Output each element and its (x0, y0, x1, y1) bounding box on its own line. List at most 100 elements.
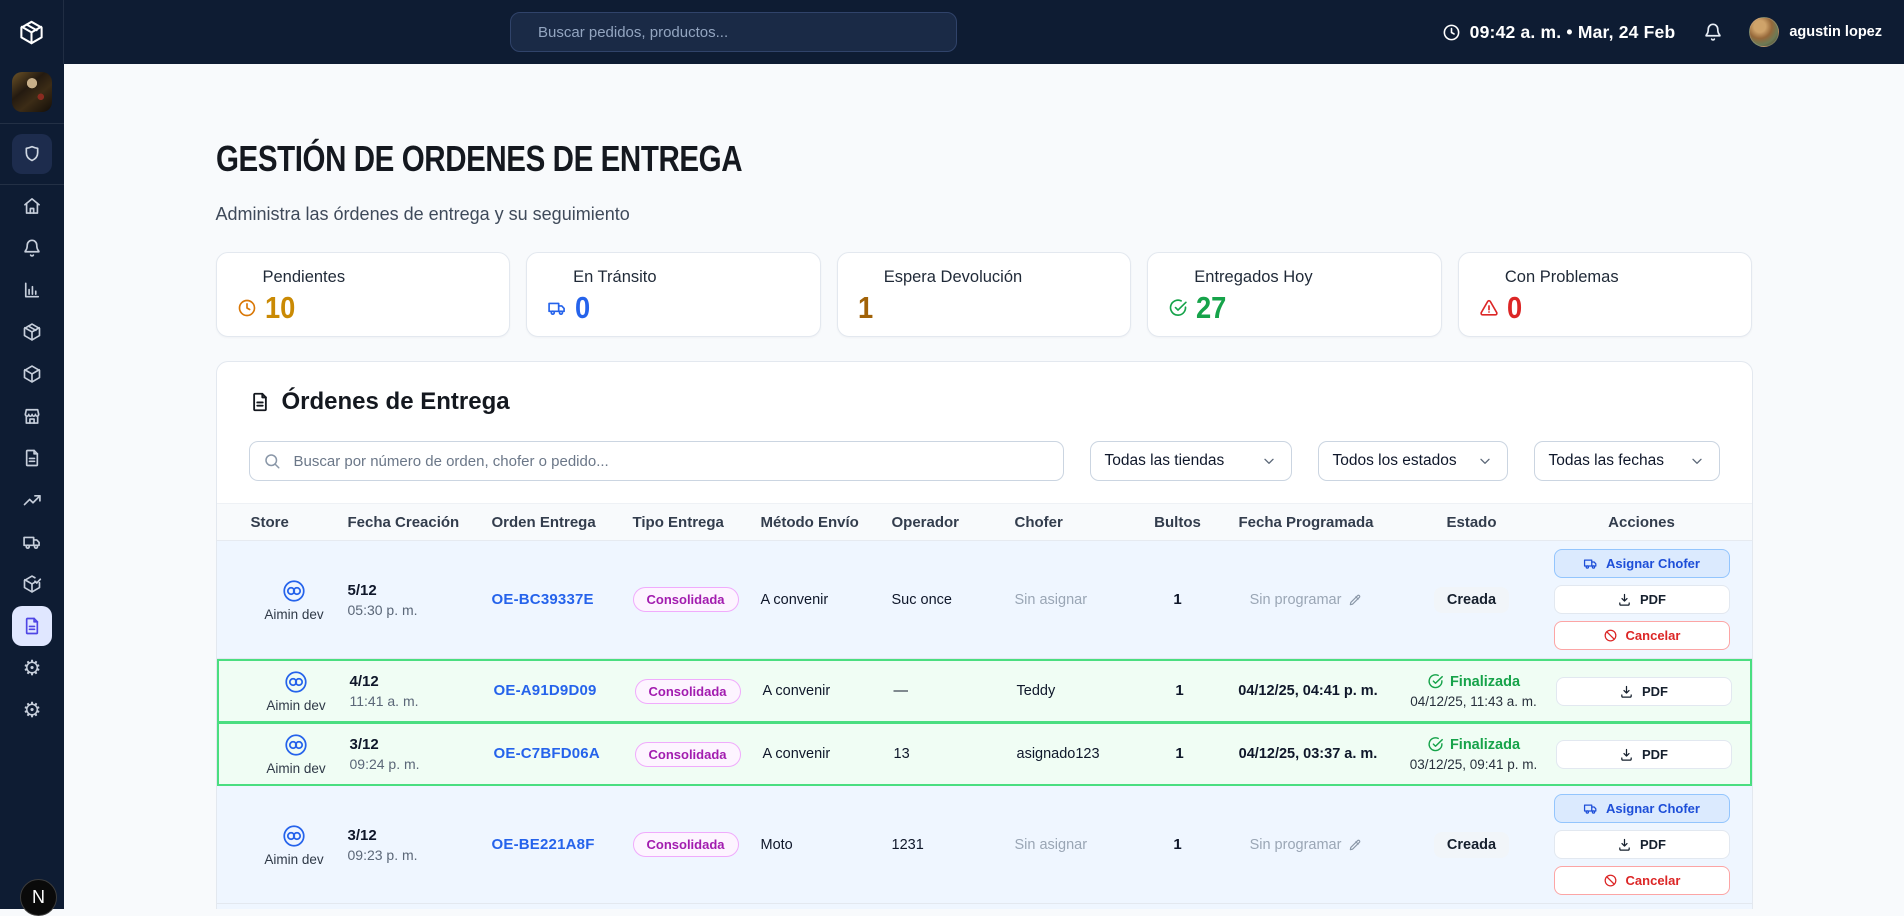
store-icon (22, 406, 42, 426)
sidebar-item-cube[interactable] (12, 356, 52, 392)
sidebar-item-trending-up[interactable] (12, 482, 52, 518)
sidebar-item-home[interactable] (12, 188, 52, 224)
interlocked-circles-icon (283, 732, 309, 758)
fecha-programada-value: Sin programar (1250, 592, 1342, 608)
cancel-button[interactable]: Cancelar (1554, 866, 1730, 895)
estado-finalizada: Finalizada (1399, 736, 1549, 753)
col-metodo-envio: Método Envío (761, 514, 892, 531)
orders-search-input[interactable] (292, 452, 1050, 471)
pdf-button[interactable]: PDF (1556, 677, 1732, 706)
page-subtitle: Administra las órdenes de entrega y su s… (216, 204, 1753, 225)
page-title: GESTIÓN DE ORDENES DE ENTREGA (216, 138, 1476, 180)
notifications-button[interactable] (1703, 22, 1723, 42)
estado-fecha: 04/12/25, 11:43 a. m. (1399, 694, 1549, 709)
fecha-creacion-dia: 5/12 (348, 582, 492, 599)
operador: 13 (894, 746, 910, 762)
pdf-button[interactable]: PDF (1554, 585, 1730, 614)
fecha-programada: 04/12/25, 03:37 a. m. (1239, 746, 1378, 762)
stats-row: Pendientes 10 En Tránsito 0 Espera Devol… (216, 252, 1753, 337)
stat-value: 27 (1196, 292, 1226, 323)
search-icon (263, 452, 281, 470)
stat-card-entregados-hoy: Entregados Hoy 27 (1147, 252, 1442, 337)
dev-tools-badge[interactable]: N (20, 879, 57, 916)
filter-estados[interactable]: Todos los estados (1318, 441, 1508, 481)
main-content: GESTIÓN DE ORDENES DE ENTREGA Administra… (64, 64, 1904, 909)
sidebar-item-bar-chart[interactable] (12, 272, 52, 308)
stat-label: Pendientes (237, 268, 490, 287)
sidebar-item-bell[interactable] (12, 230, 52, 266)
sidebar-item-truck[interactable] (12, 524, 52, 560)
download-icon (1619, 747, 1634, 762)
orders-search[interactable] (249, 441, 1064, 481)
stat-card-pendientes: Pendientes 10 (216, 252, 511, 337)
order-link[interactable]: OE-BC39337E (492, 591, 594, 608)
pdf-button-label: PDF (1642, 684, 1668, 699)
sidebar-item-shield[interactable] (12, 134, 52, 174)
global-search[interactable] (510, 12, 957, 52)
fecha-programada-value: 04/12/25, 04:41 p. m. (1238, 683, 1377, 699)
estado-finalizada: Finalizada (1399, 673, 1549, 690)
col-fecha-programada: Fecha Programada (1216, 514, 1397, 531)
package-check-icon (22, 574, 42, 594)
tipo-entrega-badge: Consolidada (633, 587, 739, 612)
truck-icon (22, 532, 42, 552)
pencil-icon[interactable] (1348, 838, 1362, 852)
stat-label: Entregados Hoy (1168, 268, 1421, 287)
global-search-input[interactable] (536, 23, 942, 42)
cancel-button[interactable]: Cancelar (1554, 621, 1730, 650)
workspace-avatar[interactable] (12, 72, 52, 112)
store-cell: Aimin dev (241, 823, 348, 867)
bar-chart-icon (22, 280, 42, 300)
pdf-button-label: PDF (1640, 592, 1666, 607)
sidebar-divider (0, 123, 64, 124)
tipo-entrega-badge: Consolidada (633, 832, 739, 857)
settings-icon: ⚙ (23, 658, 42, 679)
filter-estados-value: Todos los estados (1333, 452, 1457, 470)
fecha-creacion-dia: 4/12 (350, 673, 494, 690)
col-fecha-creacion: Fecha Creación (348, 514, 492, 531)
estado-fecha: 03/12/25, 09:41 p. m. (1399, 757, 1549, 772)
order-link[interactable]: OE-C7BFD06A (494, 745, 600, 762)
operador: — (894, 683, 909, 699)
stat-value: 1 (858, 292, 873, 323)
assign-button[interactable]: Asignar Chofer (1554, 794, 1730, 823)
bultos: 1 (1175, 745, 1183, 762)
tipo-entrega-badge: Consolidada (635, 679, 741, 704)
order-link[interactable]: OE-A91D9D09 (494, 682, 597, 699)
cancel-button-label: Cancelar (1626, 628, 1681, 643)
assign-button[interactable]: Asignar Chofer (1554, 549, 1730, 578)
table-row: Aimin dev3/1209:23 p. m.OE-BE221A8FConso… (217, 786, 1752, 904)
pdf-button[interactable]: PDF (1554, 830, 1730, 859)
sidebar-item-package[interactable] (12, 314, 52, 350)
col-store: Store (241, 514, 348, 531)
app-logo[interactable] (0, 0, 64, 64)
chofer: Sin asignar (1015, 837, 1088, 853)
truck-icon (547, 298, 567, 318)
filters-row: Todas las tiendas Todos los estados Toda… (217, 416, 1752, 503)
col-bultos: Bultos (1140, 514, 1216, 531)
check-circle-icon (1427, 673, 1444, 690)
clock-icon (237, 298, 257, 318)
pdf-button[interactable]: PDF (1556, 740, 1732, 769)
file-text-icon (22, 448, 42, 468)
user-avatar[interactable] (1749, 17, 1779, 47)
fecha-creacion-hora: 09:23 p. m. (348, 847, 492, 863)
filter-fechas[interactable]: Todas las fechas (1534, 441, 1720, 481)
order-link[interactable]: OE-BE221A8F (492, 836, 595, 853)
sidebar-item-settings[interactable]: ⚙ (12, 650, 52, 686)
filter-tiendas[interactable]: Todas las tiendas (1090, 441, 1292, 481)
sidebar-item-package-check[interactable] (12, 566, 52, 602)
metodo-envio: A convenir (763, 683, 831, 699)
sidebar-item-file-text[interactable] (12, 440, 52, 476)
stat-value: 10 (265, 292, 295, 323)
sidebar-item-settings[interactable]: ⚙ (12, 692, 52, 728)
check-circle-icon (1168, 298, 1188, 318)
sidebar-item-file-text[interactable] (12, 606, 52, 646)
topbar: 09:42 a. m. • Mar, 24 Feb agustin lopez (0, 0, 1904, 64)
sidebar-item-store[interactable] (12, 398, 52, 434)
fecha-creacion-hora: 11:41 a. m. (350, 693, 494, 709)
fecha-programada: 04/12/25, 04:41 p. m. (1238, 683, 1377, 699)
pencil-icon[interactable] (1348, 593, 1362, 607)
store-cell: Aimin dev (241, 578, 348, 622)
download-icon (1617, 592, 1632, 607)
